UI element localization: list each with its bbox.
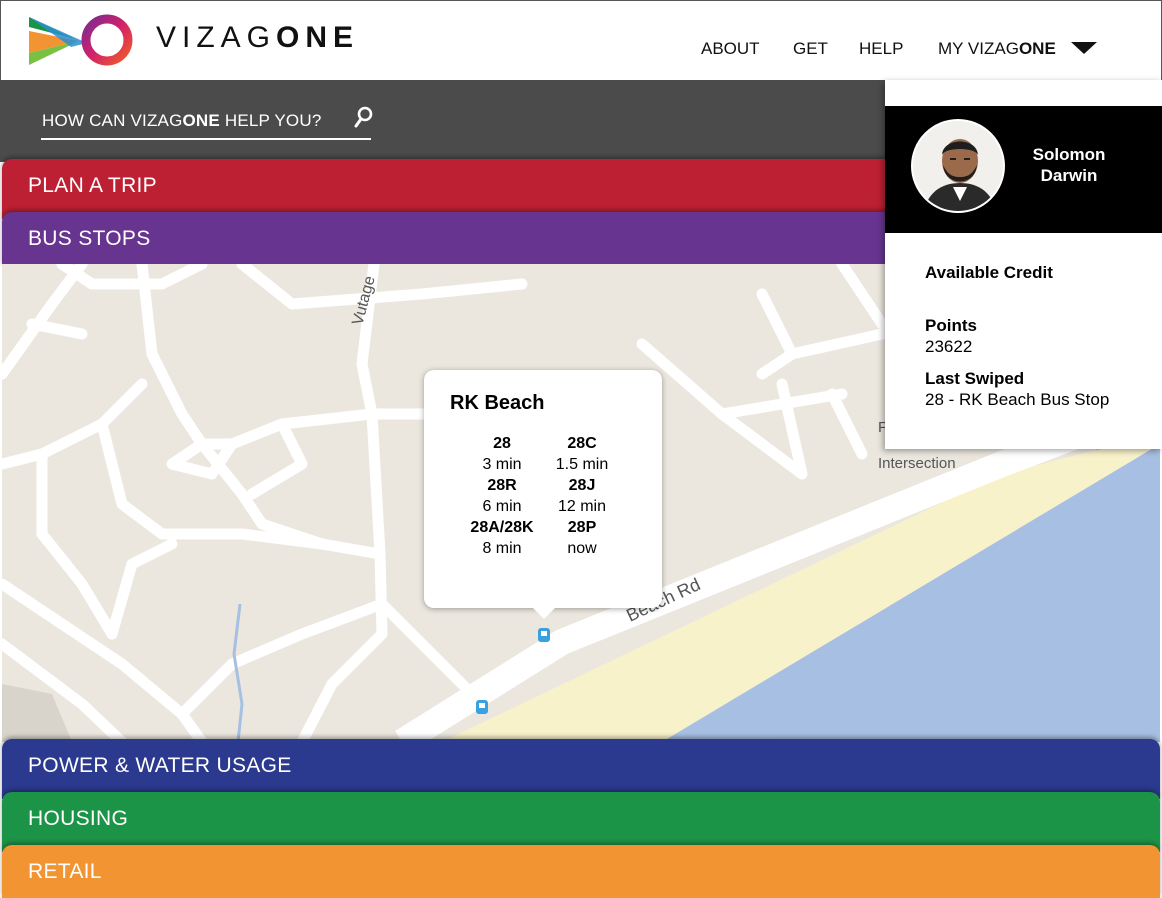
section-housing[interactable]: HOUSING bbox=[2, 792, 1160, 852]
nav-get[interactable]: GET bbox=[793, 39, 828, 59]
search-bold: ONE bbox=[182, 111, 220, 130]
popup-title: RK Beach bbox=[450, 392, 545, 414]
profile-dropdown: Solomon Darwin Available Credit Points 2… bbox=[885, 80, 1162, 449]
power-water-label: POWER & WATER USAGE bbox=[28, 754, 292, 777]
last-swiped-label: Last Swiped bbox=[925, 369, 1025, 388]
caret-down-icon[interactable] bbox=[1071, 42, 1097, 54]
nav-about[interactable]: ABOUT bbox=[701, 39, 760, 59]
bus-stops-label: BUS STOPS bbox=[28, 227, 151, 250]
route-item[interactable]: 28C 1.5 min bbox=[532, 433, 632, 475]
search-suffix: HELP YOU? bbox=[219, 111, 322, 130]
search-icon[interactable] bbox=[354, 106, 374, 130]
section-power-water-usage[interactable]: POWER & WATER USAGE bbox=[2, 739, 1160, 799]
route-item[interactable]: 28P now bbox=[532, 517, 632, 559]
nav-my-vizagone[interactable]: MY VIZAGONE bbox=[938, 39, 1056, 59]
search-prefix: HOW CAN VIZAG bbox=[42, 111, 183, 130]
section-retail[interactable]: RETAIL bbox=[2, 845, 1160, 898]
vizagone-logo-icon[interactable] bbox=[27, 13, 137, 69]
top-header: VIZAGONE ABOUT GET HELP MY VIZAGONE bbox=[0, 0, 1162, 80]
profile-header: Solomon Darwin bbox=[885, 106, 1162, 233]
route-item[interactable]: 28J 12 min bbox=[532, 475, 632, 517]
route-number: 28C bbox=[567, 435, 597, 452]
place-label-intersection: Intersection bbox=[878, 455, 956, 472]
nav-my-bold: ONE bbox=[1018, 39, 1056, 58]
nav-my-prefix: MY VIZAG bbox=[938, 39, 1019, 58]
user-name: Solomon Darwin bbox=[1017, 144, 1121, 186]
last-swiped-value: 28 - RK Beach Bus Stop bbox=[925, 390, 1110, 409]
brand-wordmark[interactable]: VIZAGONE bbox=[156, 21, 359, 55]
points-value: 23622 bbox=[925, 337, 973, 356]
user-photo bbox=[913, 121, 1003, 211]
search-input[interactable]: HOW CAN VIZAGONE HELP YOU? bbox=[41, 106, 374, 140]
brand-light: VIZAG bbox=[156, 21, 277, 54]
route-number: 28J bbox=[568, 477, 596, 494]
route-eta: 12 min bbox=[557, 498, 607, 515]
search-placeholder: HOW CAN VIZAGONE HELP YOU? bbox=[42, 111, 322, 131]
route-eta: now bbox=[567, 540, 597, 557]
plan-a-trip-label: PLAN A TRIP bbox=[28, 174, 157, 197]
brand-bold: ONE bbox=[276, 21, 360, 54]
nav-help[interactable]: HELP bbox=[859, 39, 903, 59]
route-eta: 1.5 min bbox=[555, 456, 609, 473]
bus-stop-icon[interactable] bbox=[538, 628, 550, 642]
retail-label: RETAIL bbox=[28, 860, 102, 883]
bus-stop-popup[interactable]: RK Beach 28 3 min 28C 1.5 min 28R 6 min … bbox=[424, 370, 662, 619]
points-label: Points bbox=[925, 316, 977, 335]
avatar[interactable] bbox=[911, 119, 1005, 213]
user-last-name: Darwin bbox=[1040, 166, 1098, 185]
popup-pointer bbox=[532, 607, 556, 619]
user-first-name: Solomon bbox=[1032, 145, 1106, 164]
available-credit-label: Available Credit bbox=[925, 263, 1053, 282]
bus-stop-icon[interactable] bbox=[476, 700, 488, 714]
route-number: 28P bbox=[567, 519, 597, 536]
housing-label: HOUSING bbox=[28, 807, 129, 830]
